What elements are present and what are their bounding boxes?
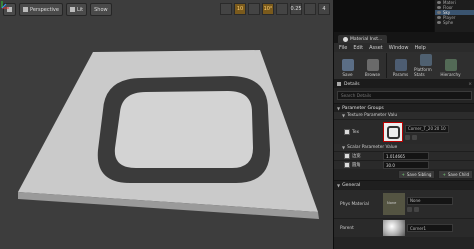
scale-snap-icon[interactable] bbox=[276, 3, 288, 15]
editor-tab-bar: Material Inst... bbox=[334, 32, 474, 43]
use-selected-icon[interactable] bbox=[405, 134, 410, 140]
chevron-down-icon: ▼ bbox=[337, 105, 341, 111]
eye-icon[interactable] bbox=[437, 16, 441, 19]
browse-icon bbox=[366, 59, 379, 71]
use-selected-icon[interactable] bbox=[407, 206, 412, 212]
add-icon: + bbox=[401, 172, 405, 177]
rotation-snap-value[interactable]: 10° bbox=[262, 3, 274, 15]
lit-icon bbox=[69, 7, 75, 12]
level-viewport[interactable]: Perspective Lit Show 10 10° 0.25 4 bbox=[0, 0, 333, 249]
menu-bar: File Edit Asset Window Help bbox=[334, 43, 474, 52]
params-icon bbox=[394, 59, 407, 71]
chevron-down-icon: ▼ bbox=[342, 113, 346, 118]
params-button[interactable]: Params bbox=[389, 53, 412, 78]
viewport-toolbar: Perspective Lit Show bbox=[3, 3, 112, 16]
axis-gizmo-icon bbox=[1, 1, 9, 9]
save-sibling-button[interactable]: + Save Sibling bbox=[397, 170, 436, 179]
list-item[interactable]: Sphe bbox=[435, 20, 474, 25]
lit-button[interactable]: Lit bbox=[65, 3, 88, 16]
scale-snap-value[interactable]: 0.25 bbox=[290, 3, 302, 15]
tex-override-checkbox[interactable] bbox=[344, 129, 350, 135]
texture-param-row: Tex Corner_T_20 20 10 bbox=[334, 119, 474, 144]
camera-speed-value[interactable]: 4 bbox=[318, 3, 330, 15]
save-buttons-row: + Save Sibling + Save Child bbox=[334, 169, 474, 180]
parent-material-picker[interactable]: Corner1 bbox=[407, 224, 453, 232]
menu-help[interactable]: Help bbox=[414, 45, 425, 51]
chevron-down-icon: ▼ bbox=[337, 182, 341, 188]
menu-edit[interactable]: Edit bbox=[353, 45, 363, 51]
texture-asset-picker[interactable]: Corner_T_20 20 10 bbox=[405, 124, 449, 133]
phys-material-picker[interactable]: None bbox=[407, 196, 453, 205]
camera-speed-icon[interactable] bbox=[304, 3, 316, 15]
material-instance-editor: Material Inst... File Edit Asset Window … bbox=[333, 32, 474, 249]
menu-file[interactable]: File bbox=[339, 45, 347, 51]
parent-row: Parent Corner1 bbox=[334, 218, 474, 237]
save-icon bbox=[341, 59, 354, 71]
param2-value-field[interactable]: 30.0 bbox=[383, 161, 429, 169]
menu-asset[interactable]: Asset bbox=[369, 45, 383, 51]
unreal-logo-icon bbox=[343, 36, 348, 42]
viewport-scene bbox=[0, 0, 333, 249]
menu-window[interactable]: Window bbox=[389, 45, 409, 51]
details-icon bbox=[337, 82, 341, 86]
editor-title-area bbox=[333, 0, 434, 32]
hierarchy-icon bbox=[444, 59, 457, 71]
close-icon[interactable]: × bbox=[468, 82, 472, 87]
parent-material-thumbnail[interactable] bbox=[383, 220, 405, 236]
toolbar-divider bbox=[386, 53, 387, 78]
rotation-snap-icon[interactable] bbox=[248, 3, 260, 15]
grid-snap-value[interactable]: 10 bbox=[234, 3, 246, 15]
hierarchy-button[interactable]: Hierarchy bbox=[439, 53, 462, 78]
platform-stats-button[interactable]: Platform Stats bbox=[414, 53, 437, 78]
browse-asset-icon[interactable] bbox=[412, 134, 417, 140]
param2-override-checkbox[interactable] bbox=[344, 162, 350, 168]
browse-button[interactable]: Browse bbox=[361, 53, 384, 78]
scalar-parameter-group[interactable]: ▼ Scalar Parameter Value bbox=[334, 144, 474, 151]
perspective-icon bbox=[23, 7, 28, 12]
eye-icon[interactable] bbox=[437, 11, 441, 14]
eye-icon[interactable] bbox=[437, 1, 441, 4]
search-input[interactable]: Search Details bbox=[337, 91, 472, 100]
section-general[interactable]: ▼ General bbox=[334, 180, 474, 189]
chevron-down-icon: ▼ bbox=[342, 145, 346, 150]
texture-parameter-group[interactable]: ▼ Texture Parameter Valu bbox=[334, 112, 474, 119]
save-child-button[interactable]: + Save Child bbox=[438, 170, 473, 179]
eye-icon[interactable] bbox=[437, 21, 441, 24]
grid-snap-icon[interactable] bbox=[220, 3, 232, 15]
section-parameter-groups[interactable]: ▼ Parameter Groups bbox=[334, 103, 474, 112]
phys-material-row: Phys Material None None bbox=[334, 189, 474, 218]
editor-toolbar: Save Browse Params Platform Stats Hierar… bbox=[334, 52, 474, 80]
viewport-snap-controls: 10 10° 0.25 4 bbox=[220, 3, 330, 15]
add-icon: + bbox=[442, 172, 446, 177]
perspective-button[interactable]: Perspective bbox=[19, 3, 63, 16]
texture-thumbnail[interactable] bbox=[383, 122, 403, 142]
platform-stats-icon bbox=[419, 54, 432, 66]
eye-icon[interactable] bbox=[437, 6, 441, 9]
param1-override-checkbox[interactable] bbox=[344, 153, 350, 159]
editor-tab[interactable]: Material Inst... bbox=[338, 35, 388, 43]
scalar-param-row: 边宽 1.014665 bbox=[334, 151, 474, 160]
world-outliner: Materi Floor Sky Player Sphe bbox=[434, 0, 474, 32]
phys-material-thumbnail[interactable]: None bbox=[383, 193, 405, 215]
show-button[interactable]: Show bbox=[90, 3, 112, 16]
save-button[interactable]: Save bbox=[336, 53, 359, 78]
param1-value-field[interactable]: 1.014665 bbox=[383, 152, 429, 160]
details-panel-tab[interactable]: Details × bbox=[334, 80, 474, 88]
scalar-param-row: 圆角 30.0 bbox=[334, 160, 474, 169]
browse-asset-icon[interactable] bbox=[414, 206, 419, 212]
